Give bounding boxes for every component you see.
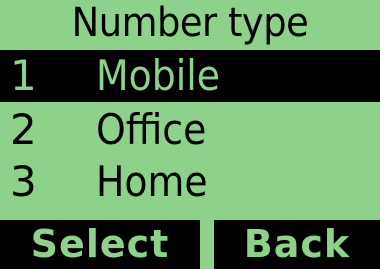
menu-item-number: 2 [10, 105, 37, 154]
back-softkey[interactable]: Back [214, 220, 380, 269]
menu-item-home[interactable]: 3 Home [0, 156, 380, 208]
menu-item-label: Home [96, 157, 208, 206]
menu-item-mobile[interactable]: 1 Mobile [0, 50, 380, 102]
menu-item-number: 1 [10, 51, 37, 100]
menu-item-label: Mobile [96, 51, 221, 100]
menu-item-office[interactable]: 2 Office [0, 104, 380, 156]
screen-title: Number type [71, 0, 309, 46]
menu-item-number: 3 [10, 157, 37, 206]
menu-item-label: Office [96, 105, 207, 154]
phone-screen: Number type 1 Mobile 2 Office 3 Home Sel… [0, 0, 380, 269]
select-softkey[interactable]: Select [0, 220, 200, 269]
